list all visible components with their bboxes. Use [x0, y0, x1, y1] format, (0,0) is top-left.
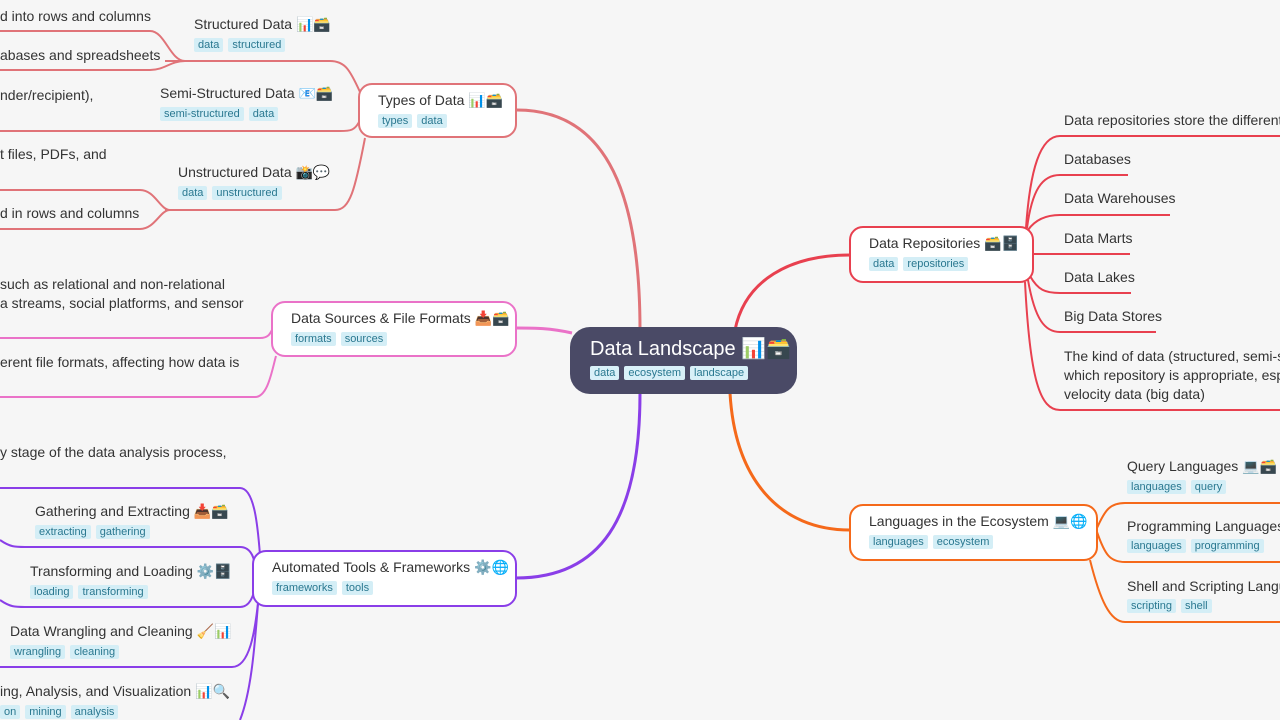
repo-note-3: velocity data (big data): [1064, 386, 1205, 402]
repo-child-databases[interactable]: Databases: [1064, 150, 1131, 169]
tag: analysis: [70, 705, 119, 719]
tag: formats: [291, 332, 336, 346]
repo-note-1: The kind of data (structured, semi-st: [1064, 348, 1280, 364]
node-mining-analysis-visualization[interactable]: ing, Analysis, and Visualization 📊🔍 on mi…: [0, 683, 230, 719]
tag: data: [194, 38, 224, 52]
repo-child-description[interactable]: Data repositories store the different t: [1064, 111, 1280, 130]
structured-detail-2: abases and spreadsheets: [0, 47, 161, 63]
repo-child-warehouses[interactable]: Data Warehouses: [1064, 189, 1176, 208]
node-title: Data Repositories 🗃️🗄️: [869, 235, 1020, 251]
tag: types: [378, 114, 413, 128]
tag: scripting: [1127, 599, 1176, 613]
tag: wrangling: [10, 645, 66, 659]
node-title: ing, Analysis, and Visualization 📊🔍: [0, 683, 230, 699]
node-languages[interactable]: Languages in the Ecosystem 💻🌐 languages e…: [849, 504, 1098, 561]
node-title: Data Sources & File Formats 📥🗃️: [291, 310, 510, 326]
node-title: Transforming and Loading ⚙️🗄️: [30, 563, 232, 579]
tag: ecosystem: [624, 366, 685, 380]
node-title: Gathering and Extracting 📥🗃️: [35, 503, 229, 519]
tag: frameworks: [272, 581, 337, 595]
node-title: Structured Data 📊🗃️: [194, 16, 331, 32]
node-title: Data Landscape 📊🗃️: [590, 338, 792, 360]
node-types-of-data[interactable]: Types of Data 📊🗃️ types data: [358, 83, 517, 138]
tag: semi-structured: [160, 107, 244, 121]
repo-child-marts[interactable]: Data Marts: [1064, 229, 1132, 248]
tag: programming: [1190, 539, 1264, 553]
tag: data: [248, 107, 279, 121]
node-title: Languages in the Ecosystem 💻🌐: [869, 513, 1088, 529]
repo-note-2: which repository is appropriate, esp: [1064, 367, 1280, 383]
node-transforming-loading[interactable]: Transforming and Loading ⚙️🗄️ loading tra…: [30, 563, 232, 599]
node-title: Automated Tools & Frameworks ⚙️🌐: [272, 559, 509, 575]
tag: data: [869, 257, 899, 271]
unstructured-detail-1: t files, PDFs, and: [0, 146, 107, 162]
repo-child-big-data[interactable]: Big Data Stores: [1064, 307, 1162, 326]
tag: landscape: [690, 366, 749, 380]
node-title: Semi-Structured Data 📧🗃️: [160, 85, 334, 101]
node-title: Query Languages 💻🗃️: [1127, 458, 1278, 474]
tag: on: [0, 705, 21, 719]
tag: data: [590, 366, 620, 380]
node-shell-scripting[interactable]: Shell and Scripting Langu scripting shell: [1127, 578, 1280, 613]
tag: gathering: [95, 525, 150, 539]
tag: languages: [1127, 480, 1186, 494]
node-title: Data Wrangling and Cleaning 🧹📊: [10, 623, 232, 639]
node-title: Unstructured Data 📸💬: [178, 164, 331, 180]
node-title: Types of Data 📊🗃️: [378, 92, 504, 108]
repo-child-lakes[interactable]: Data Lakes: [1064, 268, 1135, 287]
node-title: Shell and Scripting Langu: [1127, 578, 1280, 594]
node-programming-languages[interactable]: Programming Languages languages programmi…: [1127, 518, 1280, 553]
node-data-repositories[interactable]: Data Repositories 🗃️🗄️ data repositories: [849, 226, 1034, 283]
tag: shell: [1180, 599, 1212, 613]
tag: transforming: [78, 585, 148, 599]
tag: ecosystem: [932, 535, 994, 549]
tag: unstructured: [212, 186, 282, 200]
tag: loading: [30, 585, 74, 599]
sources-detail-1: such as relational and non-relational: [0, 276, 225, 292]
node-gathering-extracting[interactable]: Gathering and Extracting 📥🗃️ extracting g…: [35, 503, 229, 539]
node-data-landscape[interactable]: Data Landscape 📊🗃️ data ecosystem landscap…: [570, 327, 797, 394]
tag: cleaning: [70, 645, 120, 659]
tag: mining: [25, 705, 66, 719]
semi-structured-detail-1: nder/recipient),: [0, 87, 94, 103]
tag: languages: [1127, 539, 1186, 553]
node-semi-structured-data[interactable]: Semi-Structured Data 📧🗃️ semi-structured…: [160, 85, 333, 121]
node-query-languages[interactable]: Query Languages 💻🗃️ languages query: [1127, 458, 1277, 494]
tag: sources: [340, 332, 388, 346]
tag: data: [417, 114, 447, 128]
tools-detail: y stage of the data analysis process,: [0, 444, 227, 460]
tag: query: [1190, 480, 1227, 494]
tag: languages: [869, 535, 928, 549]
node-automated-tools[interactable]: Automated Tools & Frameworks ⚙️🌐 framewo…: [252, 550, 517, 607]
node-wrangling-cleaning[interactable]: Data Wrangling and Cleaning 🧹📊 wrangling…: [10, 623, 231, 659]
sources-detail-2: a streams, social platforms, and sensor: [0, 295, 244, 311]
node-structured-data[interactable]: Structured Data 📊🗃️ data structured: [194, 16, 331, 52]
tag: extracting: [35, 525, 91, 539]
node-data-sources[interactable]: Data Sources & File Formats 📥🗃️ formats s…: [271, 301, 517, 357]
tag: data: [178, 186, 208, 200]
node-title: Programming Languages: [1127, 518, 1280, 534]
node-unstructured-data[interactable]: Unstructured Data 📸💬 data unstructured: [178, 164, 330, 200]
structured-detail-1: d into rows and columns: [0, 8, 151, 24]
tag: tools: [341, 581, 374, 595]
tag: structured: [228, 38, 286, 52]
sources-detail-3: erent file formats, affecting how data i…: [0, 354, 240, 370]
unstructured-detail-2: d in rows and columns: [0, 205, 140, 221]
tag: repositories: [903, 257, 969, 271]
